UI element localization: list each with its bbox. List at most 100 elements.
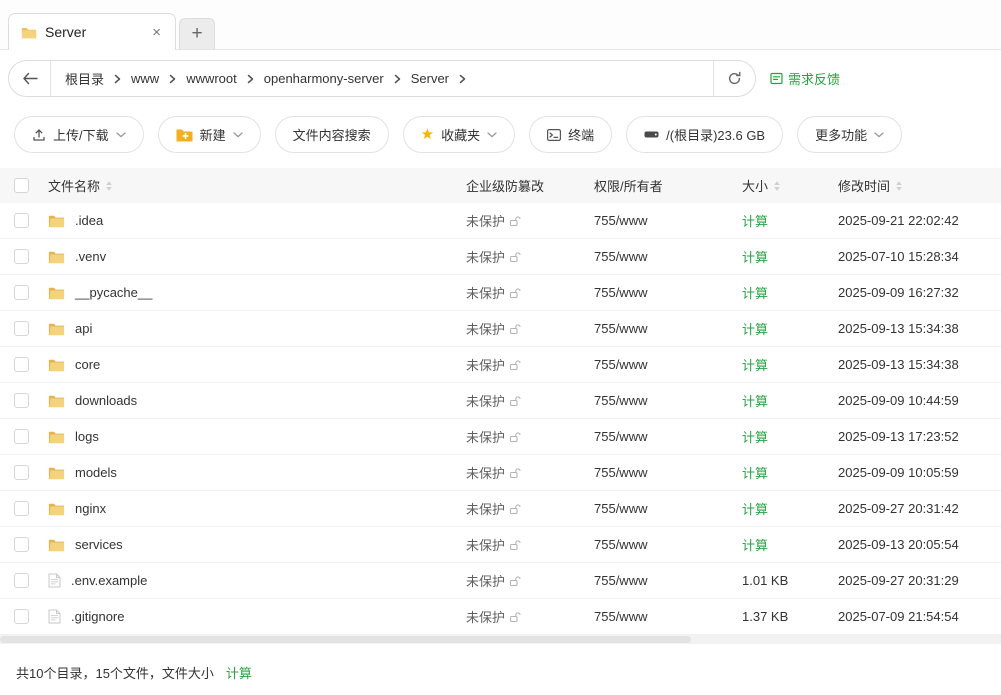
modified-time: 2025-09-27 20:31:42 (838, 501, 1001, 516)
permissions-owner: 755/www (594, 285, 742, 300)
modified-time: 2025-09-21 22:02:42 (838, 213, 1001, 228)
file-name: logs (75, 429, 99, 444)
refresh-button[interactable] (713, 61, 755, 96)
table-row[interactable]: downloads 未保护 755/www 计算 2025-09-09 10:4… (0, 383, 1001, 419)
row-checkbox[interactable] (14, 429, 29, 444)
file-name-cell[interactable]: .venv (48, 249, 466, 264)
file-name-cell[interactable]: api (48, 321, 466, 336)
folder-icon (48, 394, 65, 408)
row-checkbox[interactable] (14, 609, 29, 624)
file-name-cell[interactable]: .idea (48, 213, 466, 228)
file-size[interactable]: 1.37 KB (742, 609, 838, 624)
new-tab-button[interactable]: + (179, 18, 215, 49)
table-row[interactable]: .idea 未保护 755/www 计算 2025-09-21 22:02:42 (0, 203, 1001, 239)
tamper-status[interactable]: 未保护 (466, 283, 594, 302)
horizontal-scrollbar[interactable] (0, 635, 1001, 644)
tab-bar: Server × + (0, 0, 1001, 50)
table-row[interactable]: api 未保护 755/www 计算 2025-09-13 15:34:38 (0, 311, 1001, 347)
breadcrumb-item-root[interactable]: 根目录 (65, 69, 104, 88)
tamper-status[interactable]: 未保护 (466, 463, 594, 482)
file-size[interactable]: 计算 (742, 319, 838, 338)
calc-size-link[interactable]: 计算 (226, 663, 252, 682)
table-row[interactable]: services 未保护 755/www 计算 2025-09-13 20:05… (0, 527, 1001, 563)
tamper-status[interactable]: 未保护 (466, 427, 594, 446)
row-checkbox[interactable] (14, 573, 29, 588)
breadcrumb-item-wwwroot[interactable]: wwwroot (186, 71, 237, 86)
tamper-status[interactable]: 未保护 (466, 211, 594, 230)
tamper-label: 未保护 (466, 499, 505, 518)
terminal-button[interactable]: 终端 (529, 116, 612, 153)
file-size[interactable]: 计算 (742, 283, 838, 302)
feedback-link[interactable]: 需求反馈 (770, 69, 840, 88)
table-row[interactable]: models 未保护 755/www 计算 2025-09-09 10:05:5… (0, 455, 1001, 491)
tamper-status[interactable]: 未保护 (466, 391, 594, 410)
row-checkbox[interactable] (14, 285, 29, 300)
table-row[interactable]: core 未保护 755/www 计算 2025-09-13 15:34:38 (0, 347, 1001, 383)
tamper-status[interactable]: 未保护 (466, 535, 594, 554)
table-row[interactable]: .venv 未保护 755/www 计算 2025-07-10 15:28:34 (0, 239, 1001, 275)
table-row[interactable]: .gitignore 未保护 755/www 1.37 KB 2025-07-0… (0, 599, 1001, 635)
row-checkbox[interactable] (14, 321, 29, 336)
row-checkbox[interactable] (14, 501, 29, 516)
table-row[interactable]: logs 未保护 755/www 计算 2025-09-13 17:23:52 (0, 419, 1001, 455)
file-name-cell[interactable]: models (48, 465, 466, 480)
tamper-status[interactable]: 未保护 (466, 499, 594, 518)
modified-time: 2025-09-09 16:27:32 (838, 285, 1001, 300)
file-name-cell[interactable]: core (48, 357, 466, 372)
back-arrow-icon (22, 72, 38, 85)
file-table-header: 文件名称 企业级防篡改 权限/所有者 大小 修改时间 (0, 168, 1001, 203)
tamper-status[interactable]: 未保护 (466, 571, 594, 590)
back-button[interactable] (9, 61, 51, 96)
file-size[interactable]: 计算 (742, 427, 838, 446)
file-size[interactable]: 计算 (742, 535, 838, 554)
row-checkbox[interactable] (14, 249, 29, 264)
row-checkbox[interactable] (14, 465, 29, 480)
table-row[interactable]: .env.example 未保护 755/www 1.01 KB 2025-09… (0, 563, 1001, 599)
breadcrumb-item-server[interactable]: Server (411, 71, 449, 86)
file-name-cell[interactable]: services (48, 537, 466, 552)
upload-download-button[interactable]: 上传/下载 (14, 116, 144, 153)
file-size[interactable]: 计算 (742, 463, 838, 482)
file-size[interactable]: 计算 (742, 391, 838, 410)
row-checkbox[interactable] (14, 537, 29, 552)
tab-server[interactable]: Server × (8, 13, 176, 50)
scrollbar-thumb[interactable] (0, 636, 691, 643)
file-size[interactable]: 计算 (742, 499, 838, 518)
tamper-status[interactable]: 未保护 (466, 247, 594, 266)
file-name: downloads (75, 393, 137, 408)
file-size[interactable]: 计算 (742, 247, 838, 266)
row-checkbox[interactable] (14, 213, 29, 228)
file-name-cell[interactable]: __pycache__ (48, 285, 466, 300)
file-name-cell[interactable]: logs (48, 429, 466, 444)
table-row[interactable]: __pycache__ 未保护 755/www 计算 2025-09-09 16… (0, 275, 1001, 311)
file-name-cell[interactable]: downloads (48, 393, 466, 408)
file-name-cell[interactable]: .gitignore (48, 609, 466, 624)
file-name-cell[interactable]: nginx (48, 501, 466, 516)
new-button[interactable]: 新建 (158, 116, 261, 153)
content-search-button[interactable]: 文件内容搜索 (275, 116, 389, 153)
sort-icon[interactable] (895, 180, 903, 192)
favorites-button[interactable]: ★ 收藏夹 (403, 116, 515, 153)
select-all-checkbox[interactable] (14, 178, 29, 193)
file-size[interactable]: 计算 (742, 211, 838, 230)
tamper-status[interactable]: 未保护 (466, 355, 594, 374)
more-functions-button[interactable]: 更多功能 (797, 116, 902, 153)
tamper-status[interactable]: 未保护 (466, 607, 594, 626)
sort-icon[interactable] (773, 180, 781, 192)
star-icon: ★ (421, 127, 434, 142)
table-row[interactable]: nginx 未保护 755/www 计算 2025-09-27 20:31:42 (0, 491, 1001, 527)
breadcrumb-item-openharmony-server[interactable]: openharmony-server (264, 71, 384, 86)
chevron-right-icon (459, 74, 466, 84)
tamper-status[interactable]: 未保护 (466, 319, 594, 338)
permissions-owner: 755/www (594, 465, 742, 480)
file-size[interactable]: 1.01 KB (742, 573, 838, 588)
sort-icon[interactable] (105, 180, 113, 192)
feedback-label: 需求反馈 (788, 69, 840, 88)
row-checkbox[interactable] (14, 393, 29, 408)
breadcrumb-item-www[interactable]: www (131, 71, 159, 86)
disk-space-button[interactable]: /(根目录)23.6 GB (626, 116, 783, 153)
file-name-cell[interactable]: .env.example (48, 573, 466, 588)
file-size[interactable]: 计算 (742, 355, 838, 374)
row-checkbox[interactable] (14, 357, 29, 372)
tab-close-icon[interactable]: × (148, 23, 165, 42)
